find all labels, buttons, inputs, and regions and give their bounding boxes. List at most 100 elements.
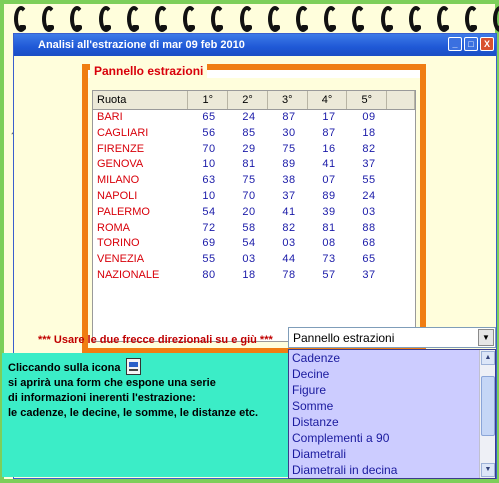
ruota-cell: PALERMO [97,205,150,218]
spiral-ring-icon [14,6,28,32]
number-cell: 03 [242,253,256,266]
table-row[interactable]: TORINO 69 54 03 08 68 [93,236,415,252]
scroll-up-icon[interactable]: ▲ [481,351,495,365]
spiral-ring-icon [211,6,226,32]
info-line-2: si aprirà una form che espone una serie [8,377,216,389]
number-cell: 38 [282,174,296,187]
number-cell: 24 [362,189,376,202]
spiral-binding [8,4,499,36]
spiral-ring-icon [183,6,198,32]
number-cell: 20 [242,205,256,218]
ruota-cell: BARI [97,111,123,123]
number-cell: 39 [322,205,336,218]
number-cell: 56 [202,126,216,139]
number-cell: 17 [322,111,336,123]
list-item[interactable]: Diametrali in decina [289,462,495,478]
column-header[interactable]: Ruota [93,91,189,109]
number-cell: 10 [202,189,216,202]
spiral-ring-icon [437,6,451,32]
number-cell: 63 [202,174,216,187]
number-cell: 37 [362,158,376,171]
dropdown-scrollbar[interactable]: ▲ ▼ [479,350,495,478]
number-cell: 89 [282,158,296,171]
ruota-cell: MILANO [97,174,140,187]
table-row[interactable]: PALERMO 54 20 41 39 03 [93,205,415,221]
number-cell: 37 [282,189,296,202]
number-cell: 70 [242,189,256,202]
number-cell: 72 [202,221,216,234]
panel-select-list[interactable]: Cadenze Decine Figure Somme Distanze Compleme… [288,349,496,479]
spiral-ring-icon [352,6,367,32]
dropdown-arrow-icon[interactable]: ▼ [478,329,494,346]
number-cell: 18 [362,126,376,139]
table-row[interactable]: FIRENZE 70 29 75 16 82 [93,142,415,158]
number-cell: 78 [282,268,296,281]
table-row[interactable]: GENOVA 10 81 89 41 37 [93,157,415,173]
close-button[interactable]: X [480,37,494,51]
number-cell: 65 [362,253,376,266]
number-cell: 03 [282,237,296,250]
spiral-ring-icon [155,6,169,32]
spiral-ring-icon [42,6,57,32]
number-cell: 80 [202,268,216,281]
spiral-ring-icon [465,6,480,32]
ruota-cell: CAGLIARI [97,126,149,139]
number-cell: 58 [242,221,256,234]
number-cell: 87 [282,111,296,123]
list-item[interactable]: Cadenze [289,350,495,366]
table-row[interactable]: ROMA 72 58 82 81 88 [93,221,415,237]
info-box: Cliccando sulla icona si aprirà una form… [2,353,288,477]
number-cell: 69 [202,237,216,250]
number-cell: 75 [242,174,256,187]
list-item[interactable]: Distanze [289,414,495,430]
minimize-button[interactable]: _ [448,37,462,51]
table-row[interactable]: BARI 65 24 87 17 09 [93,110,415,126]
maximize-button[interactable]: □ [464,37,478,51]
number-cell: 29 [242,142,256,155]
extraction-grid[interactable]: Ruota 1° 2° 3° 4° 5° BARI 65 24 87 17 09 CAGLIARI 56… [92,90,416,342]
list-item[interactable]: Diametrali [289,446,495,462]
grid-header: Ruota 1° 2° 3° 4° 5° [93,91,415,110]
number-cell: 54 [202,205,216,218]
table-row[interactable]: CAGLIARI 56 85 30 87 18 [93,126,415,142]
number-cell: 54 [242,237,256,250]
scroll-thumb[interactable] [481,376,495,436]
number-cell: 55 [362,174,376,187]
table-row[interactable]: NAPOLI 10 70 37 89 24 [93,189,415,205]
number-cell: 70 [202,142,216,155]
number-cell: 82 [282,221,296,234]
list-item[interactable]: Complementi a 90 [289,430,495,446]
ruota-cell: ROMA [97,221,130,234]
panel-select[interactable]: Pannello estrazioni ▼ [288,327,496,348]
column-header[interactable]: 4° [308,91,348,109]
number-cell: 87 [322,126,336,139]
number-cell: 65 [202,111,216,123]
scroll-down-icon[interactable]: ▼ [481,463,495,477]
number-cell: 30 [282,126,296,139]
table-row[interactable]: VENEZIA 55 03 44 73 65 [93,252,415,268]
spiral-ring-icon [70,6,85,32]
number-cell: 89 [322,189,336,202]
number-cell: 55 [202,253,216,266]
number-cell: 24 [242,111,256,123]
window-titlebar[interactable]: Analisi all'estrazione di mar 09 feb 201… [14,34,496,56]
number-cell: 88 [362,221,376,234]
column-header[interactable]: 1° [188,91,229,109]
list-item[interactable]: Decine [289,366,495,382]
number-cell: 37 [362,268,376,281]
table-row[interactable]: MILANO 63 75 38 07 55 [93,173,415,189]
number-cell: 16 [322,142,336,155]
list-item[interactable]: Figure [289,382,495,398]
number-cell: 81 [322,221,336,234]
spiral-ring-icon [493,6,499,32]
column-header[interactable]: 3° [268,91,308,109]
column-header[interactable]: 5° [347,91,388,109]
document-icon[interactable] [125,358,141,375]
number-cell: 07 [322,174,336,187]
list-item[interactable]: Somme [289,398,495,414]
ruota-cell: VENEZIA [97,253,145,266]
number-cell: 44 [282,253,296,266]
spiral-ring-icon [324,6,339,32]
column-header[interactable]: 2° [228,91,268,109]
table-row[interactable]: NAZIONALE 80 18 78 57 37 [93,268,415,284]
